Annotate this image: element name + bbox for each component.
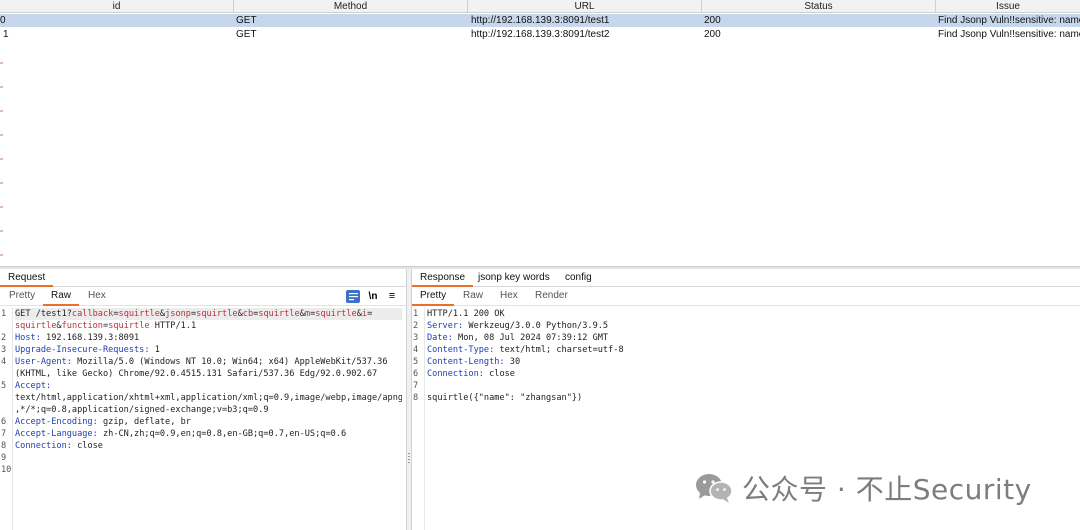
- subtab-hex[interactable]: Hex: [80, 287, 114, 306]
- code-line: Accept-Language: zh-CN,zh;q=0.9,en;q=0.8…: [15, 429, 347, 439]
- cell-id: 1: [3, 29, 9, 40]
- results-table: id Method URL Status Issue 0 GET http://…: [0, 0, 1080, 266]
- line-number: 1: [1, 309, 7, 319]
- line-number-gutter: 1 2 3 4 5 6 7 8: [412, 307, 425, 530]
- line-number: 10: [1, 465, 12, 475]
- splitter-grip-icon: [408, 453, 410, 463]
- tab-jsonp-key-words[interactable]: jsonp key words: [470, 269, 558, 287]
- code-line: Content-Length: 30: [427, 357, 521, 367]
- tab-response[interactable]: Response: [412, 269, 474, 287]
- code-line: Content-Type: text/html; charset=utf-8: [427, 345, 624, 355]
- request-tabbar: Request: [0, 269, 406, 287]
- subtab-raw[interactable]: Raw: [43, 287, 80, 306]
- code-line: GET /test1?callback=squirtle&jsonp=squir…: [15, 308, 402, 320]
- code-line: HTTP/1.1 200 OK: [427, 309, 505, 319]
- table-row[interactable]: 0 GET http://192.168.139.3:8091/test1 20…: [0, 14, 1080, 27]
- line-number: 6: [413, 369, 419, 379]
- cell-issue: Find Jsonp Vuln!!sensitive: name: [938, 15, 1080, 26]
- line-number: 6: [1, 417, 7, 427]
- watermark: 公众号 · 不止Security: [694, 468, 1032, 508]
- line-number: 9: [1, 453, 7, 463]
- column-header-id[interactable]: id: [0, 0, 234, 13]
- code-line: squirtle({"name": "zhangsan"}): [427, 393, 583, 403]
- line-number: 4: [413, 345, 419, 355]
- code-line: (KHTML, like Gecko) Chrome/92.0.4515.131…: [15, 369, 378, 379]
- wrap-lines-icon[interactable]: [346, 290, 360, 303]
- cell-url: http://192.168.139.3:8091/test2: [471, 29, 610, 40]
- column-header-status[interactable]: Status: [702, 0, 936, 13]
- code-line: Accept:: [15, 381, 52, 391]
- code-line: User-Agent: Mozilla/5.0 (Windows NT 10.0…: [15, 357, 388, 367]
- wechat-logo-icon: [696, 474, 733, 503]
- code-line: text/html,application/xhtml+xml,applicat…: [15, 393, 402, 403]
- response-subtabbar: Pretty Raw Hex Render: [412, 287, 1080, 306]
- code-line: Connection: close: [427, 369, 515, 379]
- line-number: 5: [1, 381, 7, 391]
- tab-request[interactable]: Request: [0, 269, 54, 287]
- tab-config[interactable]: config: [557, 269, 600, 287]
- table-row[interactable]: 1 GET http://192.168.139.3:8091/test2 20…: [0, 28, 1080, 41]
- line-number: 7: [1, 429, 7, 439]
- code-line: Accept-Encoding: gzip, deflate, br: [15, 417, 191, 427]
- menu-icon[interactable]: ≡: [385, 290, 399, 303]
- table-header: id Method URL Status Issue: [0, 0, 1080, 13]
- line-number: 8: [1, 441, 7, 451]
- line-number: 3: [413, 333, 419, 343]
- watermark-text: 公众号 · 不止Security: [742, 473, 1032, 506]
- cell-id: 0: [0, 15, 6, 26]
- newline-toggle-button[interactable]: \n: [366, 290, 380, 303]
- line-number: 5: [413, 357, 419, 367]
- line-number: 8: [413, 393, 419, 403]
- cell-issue: Find Jsonp Vuln!!sensitive: name: [938, 29, 1080, 40]
- request-editor[interactable]: 1 2 3 4 5 6 7 8 9 10 GET /test1?callback…: [0, 307, 406, 530]
- cell-status: 200: [704, 15, 721, 26]
- code-line: ,*/*;q=0.8,application/signed-exchange;v…: [15, 405, 269, 415]
- cell-url: http://192.168.139.3:8091/test1: [471, 15, 610, 26]
- column-header-issue[interactable]: Issue: [936, 0, 1080, 13]
- column-header-url[interactable]: URL: [468, 0, 702, 13]
- code-line: Server: Werkzeug/3.0.0 Python/3.9.5: [427, 321, 609, 331]
- column-header-method[interactable]: Method: [234, 0, 468, 13]
- subtab-hex[interactable]: Hex: [492, 287, 526, 306]
- subtab-pretty[interactable]: Pretty: [412, 287, 455, 306]
- line-number: 4: [1, 357, 7, 367]
- subtab-raw[interactable]: Raw: [455, 287, 491, 306]
- line-number: 1: [413, 309, 419, 319]
- code-line: Upgrade-Insecure-Requests: 1: [15, 345, 160, 355]
- code-line: Host: 192.168.139.3:8091: [15, 333, 140, 343]
- cell-method: GET: [236, 15, 257, 26]
- line-number: 3: [1, 345, 7, 355]
- request-panel: Request Pretty Raw Hex \n ≡ 1 2 3 4 5 6 …: [0, 269, 406, 530]
- cell-method: GET: [236, 29, 257, 40]
- cell-status: 200: [704, 29, 721, 40]
- line-number: 2: [1, 333, 7, 343]
- subtab-render[interactable]: Render: [527, 287, 576, 306]
- subtab-pretty[interactable]: Pretty: [1, 287, 43, 306]
- line-number-gutter: 1 2 3 4 5 6 7 8 9 10: [0, 307, 13, 530]
- code-line: Connection: close: [15, 441, 103, 451]
- line-number: 2: [413, 321, 419, 331]
- request-code: GET /test1?callback=squirtle&jsonp=squir…: [15, 308, 402, 530]
- code-line: squirtle&function=squirtle HTTP/1.1: [15, 321, 197, 331]
- row-edge-markers: [0, 40, 3, 266]
- response-tabbar: Response jsonp key words config: [412, 269, 1080, 287]
- line-number: 7: [413, 381, 419, 391]
- code-line: Date: Mon, 08 Jul 2024 07:39:12 GMT: [427, 333, 609, 343]
